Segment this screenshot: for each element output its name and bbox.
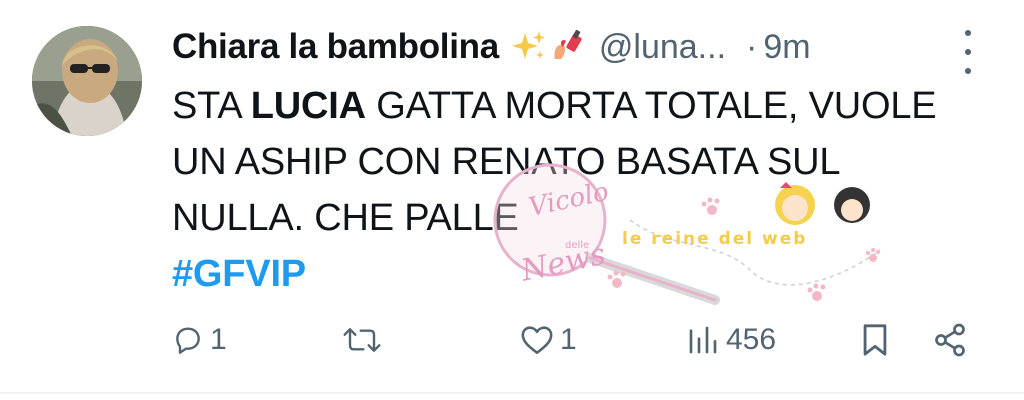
share-icon	[935, 323, 965, 357]
bookmark-icon	[863, 324, 887, 356]
name-emojis	[511, 29, 585, 65]
tweet-text-bold: LUCIA	[250, 85, 366, 127]
tweet-header: Chiara la bambolina @luna... · 9m	[172, 24, 972, 70]
action-bar: 1 1 456	[0, 310, 1024, 370]
tweet-text: STA LUCIA GATTA MORTA TOTALE, VUOLE UN A…	[172, 78, 972, 302]
reply-button[interactable]: 1	[172, 310, 227, 370]
more-dot	[965, 49, 971, 55]
avatar[interactable]	[32, 26, 142, 136]
heart-icon	[521, 326, 553, 355]
views-button[interactable]: 456	[686, 310, 776, 370]
tweet-text-segment: GATTA MORTA TOTALE, VUOLE	[365, 85, 937, 127]
views-count: 456	[726, 323, 777, 356]
more-options-icon[interactable]	[958, 30, 978, 74]
retweet-button[interactable]	[342, 310, 388, 370]
separator-dot: ·	[746, 27, 758, 66]
timestamp[interactable]: 9m	[763, 28, 810, 67]
bookmark-button[interactable]	[860, 310, 890, 370]
views-chart-icon	[689, 326, 717, 354]
reply-count: 1	[210, 323, 227, 356]
tweet-line-3: NULLA. CHE PALLE	[172, 197, 519, 239]
tweet-text-segment: STA	[172, 85, 251, 127]
more-dot	[965, 30, 971, 36]
display-name[interactable]: Chiara la bambolina	[172, 27, 499, 67]
hashtag-link[interactable]: #GFVIP	[172, 246, 972, 302]
tweet-card[interactable]: Chiara la bambolina @luna... · 9m STA LU…	[0, 0, 1024, 400]
divider	[0, 392, 1024, 394]
nail-polish-icon	[554, 29, 582, 59]
sparkles-icon	[511, 31, 545, 59]
like-count: 1	[560, 323, 577, 356]
handle[interactable]: @luna...	[599, 28, 726, 67]
avatar-image	[32, 26, 142, 136]
more-dot	[965, 68, 971, 74]
tweet-line-1: STA LUCIA GATTA MORTA TOTALE, VUOLE	[172, 78, 972, 134]
retweet-icon	[343, 328, 381, 352]
share-button[interactable]	[932, 310, 968, 370]
tweet-line-2: UN ASHIP CON RENATO BASATA SUL	[172, 141, 841, 183]
reply-icon	[176, 327, 200, 354]
like-button[interactable]: 1	[520, 310, 577, 370]
